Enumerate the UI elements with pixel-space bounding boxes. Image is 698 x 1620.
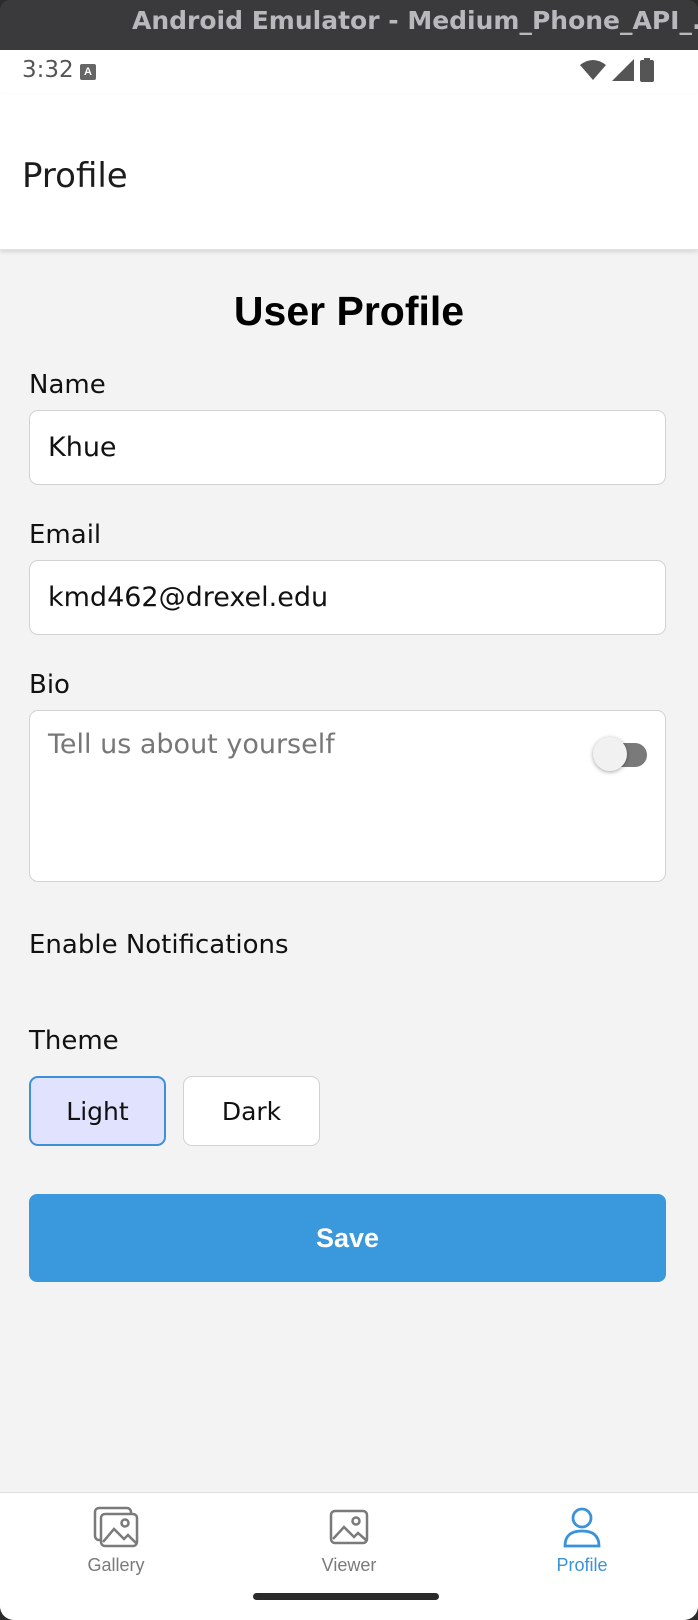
header-title: Profile <box>22 156 128 196</box>
bio-textarea[interactable] <box>29 710 666 882</box>
bottom-tab-bar: Gallery Viewer Profile <box>0 1492 698 1620</box>
status-bar: 3:32 A <box>0 50 698 94</box>
toggle-thumb <box>593 737 627 771</box>
notification-icon: A <box>80 64 96 80</box>
app-header: Profile <box>0 94 698 250</box>
tab-gallery-label: Gallery <box>87 1555 145 1575</box>
tab-profile-label: Profile <box>556 1555 608 1575</box>
tab-viewer[interactable]: Viewer <box>233 1493 465 1593</box>
device-screen: 3:32 A Profile User Profile Name Email B… <box>0 50 698 1620</box>
image-icon <box>323 1503 375 1551</box>
theme-light-button[interactable]: Light <box>29 1076 166 1146</box>
gallery-icon <box>90 1503 142 1551</box>
notifications-toggle[interactable] <box>593 734 647 771</box>
status-icons <box>580 58 654 87</box>
theme-label: Theme <box>29 1026 119 1056</box>
tab-viewer-label: Viewer <box>321 1555 377 1575</box>
save-button[interactable]: Save <box>29 1194 666 1282</box>
tab-gallery[interactable]: Gallery <box>0 1493 232 1593</box>
bio-label: Bio <box>29 670 70 700</box>
status-time: 3:32 <box>22 57 74 83</box>
person-icon <box>556 1503 608 1551</box>
tab-profile[interactable]: Profile <box>466 1493 698 1593</box>
email-label: Email <box>29 520 102 550</box>
email-input[interactable] <box>29 560 666 635</box>
name-input[interactable] <box>29 410 666 485</box>
theme-dark-button[interactable]: Dark <box>183 1076 320 1146</box>
emulator-window-title: Android Emulator - Medium_Phone_API_... <box>0 0 698 50</box>
battery-icon <box>640 58 654 87</box>
name-label: Name <box>29 370 106 400</box>
home-indicator[interactable] <box>253 1593 439 1600</box>
notifications-label: Enable Notifications <box>29 930 289 960</box>
wifi-icon <box>580 60 606 85</box>
signal-icon <box>612 59 634 86</box>
page-title: User Profile <box>233 288 465 334</box>
